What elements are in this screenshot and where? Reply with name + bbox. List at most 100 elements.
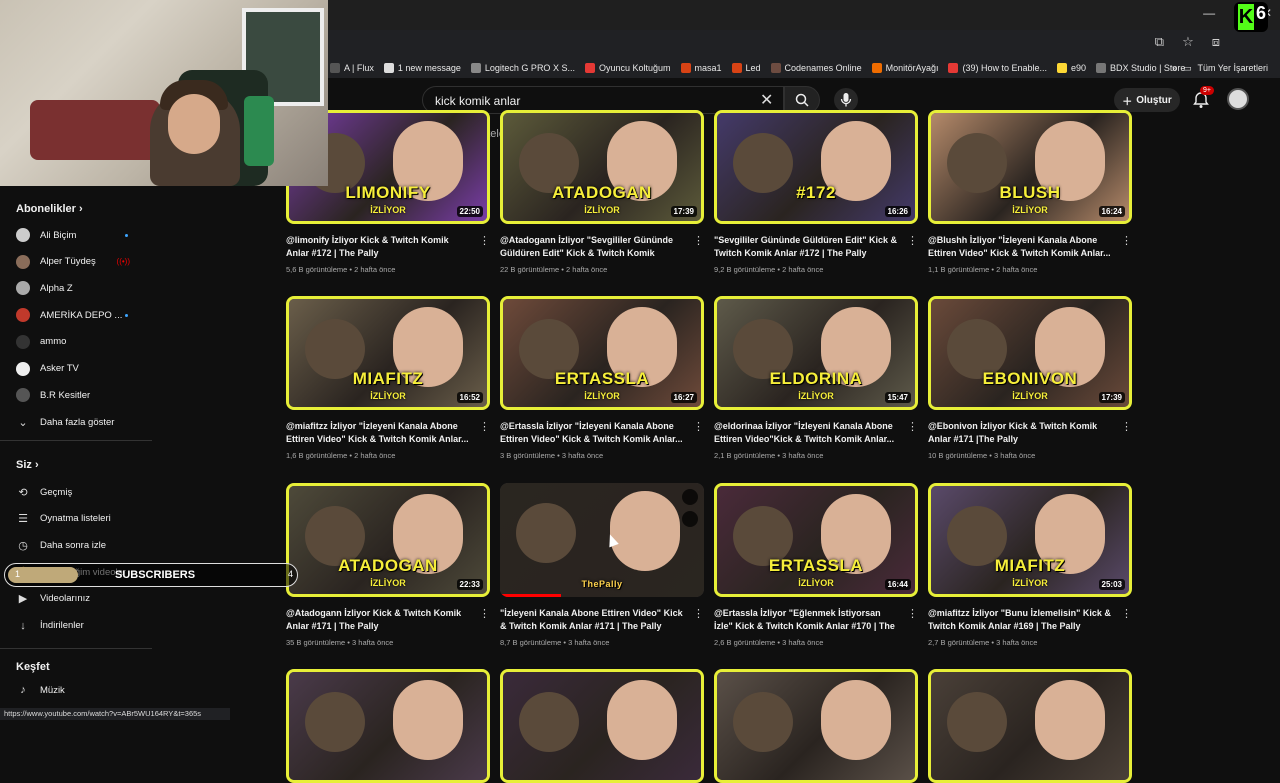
bookmarks-more-icon[interactable]: » (1172, 63, 1177, 73)
sidebar-item-channel[interactable]: ammo (16, 331, 146, 353)
voice-search-button[interactable] (834, 88, 858, 112)
video-thumbnail[interactable]: ATADOGAN İZLİYOR 17:39 (500, 110, 704, 224)
chevron-down-icon: ⌄ (18, 416, 28, 429)
sidebar-item-channel[interactable]: Ali Biçim (16, 224, 146, 246)
video-thumbnail[interactable] (928, 669, 1132, 783)
bookmark-item[interactable]: masa1 (680, 63, 722, 73)
more-actions-icon[interactable]: ⋮ (479, 607, 490, 620)
video-thumbnail[interactable]: MIAFITZ İZLİYOR 25:03 (928, 483, 1132, 597)
sidebar-item-channel[interactable]: AMERİKA DEPO ... (16, 304, 146, 326)
bookmark-item[interactable]: MonitörAyağı (871, 63, 938, 73)
bookmark-favicon-icon (1096, 63, 1107, 73)
thumbnail-caption: BLUSH (999, 183, 1061, 202)
new-content-dot (125, 234, 128, 237)
more-actions-icon[interactable]: ⋮ (1121, 420, 1132, 433)
video-thumbnail[interactable] (286, 669, 490, 783)
video-thumbnail[interactable]: #172 16:26 (714, 110, 918, 224)
create-button[interactable]: ＋ Oluştur (1114, 88, 1180, 112)
bookmark-item[interactable]: Logitech G PRO X S... (470, 63, 575, 73)
sidebar-item-history[interactable]: ⟲ Geçmiş (16, 481, 146, 503)
video-title[interactable]: @Atadogann İzliyor "Sevgililer Gününde G… (500, 234, 686, 261)
more-actions-icon[interactable]: ⋮ (693, 607, 704, 620)
bookmark-star-icon[interactable]: ☆ (1182, 34, 1194, 50)
video-title[interactable]: @Ertassla İzliyor "İzleyeni Kanala Abone… (500, 420, 686, 446)
video-title[interactable]: @eldorinaa İzliyor "İzleyeni Kanala Abon… (714, 420, 900, 446)
watch-later-icon[interactable] (682, 489, 698, 505)
you-heading[interactable]: Siz › (16, 459, 39, 471)
sidebar-item-channel[interactable]: Alper Tüydeş ((•)) (16, 251, 146, 273)
minimize-button[interactable]: — (1203, 6, 1215, 20)
show-more-button[interactable]: ⌄ Daha fazla göster (16, 411, 146, 433)
more-actions-icon[interactable]: ⋮ (907, 234, 918, 247)
video-meta: 2,1 B görüntüleme • 3 hafta önce (714, 451, 824, 460)
video-thumbnail[interactable]: ThePally (500, 483, 704, 597)
thumbnail-caption: LIMONIFY (345, 183, 431, 202)
bookmark-item[interactable]: e90 (1057, 63, 1086, 73)
view-count: 2,6 B görüntüleme (714, 638, 776, 647)
subscribers-goal-bar: 1 SUBSCRIBERS 4 (4, 563, 298, 587)
divider (0, 648, 152, 649)
thumbnail-caption: MIAFITZ (994, 556, 1066, 575)
live-icon: ((•)) (116, 256, 130, 266)
more-actions-icon[interactable]: ⋮ (479, 420, 490, 433)
video-thumbnail[interactable]: ELDORINA İZLİYOR 15:47 (714, 296, 918, 410)
video-thumbnail[interactable]: MIAFITZ İZLİYOR 16:52 (286, 296, 490, 410)
add-to-queue-icon[interactable] (682, 511, 698, 527)
account-avatar[interactable] (1227, 88, 1249, 110)
sidebar-item-download[interactable]: ↓ İndirilenler (16, 615, 146, 637)
video-thumbnail[interactable] (714, 669, 918, 783)
bookmark-item[interactable]: A | Flux (330, 63, 374, 73)
more-actions-icon[interactable]: ⋮ (907, 607, 918, 620)
bookmark-item[interactable]: Codenames Online (770, 63, 862, 73)
video-title[interactable]: @miafitzz İzliyor "Bunu İzlemelisin" Kic… (928, 607, 1114, 633)
sidebar-item-channel[interactable]: B.R Kesitler (16, 384, 146, 406)
video-thumbnail[interactable] (500, 669, 704, 783)
view-count: 3 B görüntüleme (500, 451, 556, 460)
bookmark-item[interactable]: Led (731, 63, 761, 73)
video-title[interactable]: @Blushh İzliyor "İzleyeni Kanala Abone E… (928, 234, 1114, 260)
more-actions-icon[interactable]: ⋮ (693, 234, 704, 247)
view-count: 10 B görüntüleme (928, 451, 988, 460)
video-thumbnail[interactable]: ERTASSLA İZLİYOR 16:44 (714, 483, 918, 597)
video-title[interactable]: @Ertassla İzliyor "Eğlenmek İstiyorsan İ… (714, 607, 900, 634)
video-title[interactable]: @Atadogann İzliyor Kick & Twitch Komik A… (286, 607, 472, 633)
more-actions-icon[interactable]: ⋮ (693, 420, 704, 433)
bookmark-item[interactable]: (39) How to Enable... (948, 63, 1047, 73)
upload-age: 3 hafta önce (352, 638, 394, 647)
install-app-icon[interactable]: ⧉ (1155, 34, 1164, 50)
subscriptions-heading[interactable]: Abonelikler › (16, 203, 83, 215)
search-icon (795, 93, 809, 107)
thumbnail-caption: #172 (796, 183, 836, 202)
bookmark-item[interactable]: Oyuncu Koltuğum (584, 63, 671, 73)
clear-search-icon[interactable]: ✕ (760, 90, 773, 110)
video-thumbnail[interactable]: ATADOGAN İZLİYOR 22:33 (286, 483, 490, 597)
microphone-icon (840, 93, 852, 107)
sidebar-item-video[interactable]: ▶ Videolarınız (16, 588, 146, 610)
video-thumbnail[interactable]: ERTASSLA İZLİYOR 16:27 (500, 296, 704, 410)
sidebar-item-playlist[interactable]: ☰ Oynatma listeleri (16, 508, 146, 530)
sidebar-item-clock[interactable]: ◷ Daha sonra izle (16, 534, 146, 556)
notifications-button[interactable]: 9+ (1190, 86, 1214, 112)
sidebar-item-music[interactable]: ♪ Müzik (16, 679, 146, 701)
upload-age: 3 hafta önce (994, 451, 1036, 460)
sidebar-item-channel[interactable]: Asker TV (16, 358, 146, 380)
video-title[interactable]: "Sevgililer Gününde Güldüren Edit" Kick … (714, 234, 900, 260)
thumbnail-caption: ERTASSLA (768, 556, 864, 575)
video-thumbnail[interactable]: EBONIVON İZLİYOR 17:39 (928, 296, 1132, 410)
more-actions-icon[interactable]: ⋮ (1121, 607, 1132, 620)
video-title[interactable]: @miafitzz İzliyor "İzleyeni Kanala Abone… (286, 420, 472, 446)
all-bookmarks[interactable]: » ▭ Tüm Yer İşaretleri (1172, 58, 1268, 78)
more-actions-icon[interactable]: ⋮ (479, 234, 490, 247)
more-actions-icon[interactable]: ⋮ (907, 420, 918, 433)
video-thumbnail[interactable]: BLUSH İZLİYOR 16:24 (928, 110, 1132, 224)
more-actions-icon[interactable]: ⋮ (1121, 234, 1132, 247)
sidebar-item-channel[interactable]: Alpha Z (16, 277, 146, 299)
video-title[interactable]: "İzleyeni Kanala Abone Ettiren Video" Ki… (500, 607, 686, 633)
channel-avatar (16, 334, 30, 349)
upload-age: 3 hafta önce (568, 638, 610, 647)
bookmark-item[interactable]: 1 new message (383, 63, 461, 73)
video-title[interactable]: @Ebonivon İzliyor Kick & Twitch Komik An… (928, 420, 1114, 446)
chevron-right-icon: › (78, 203, 83, 215)
extensions-icon[interactable]: ⧈ (1212, 34, 1220, 50)
video-title[interactable]: @limonify İzliyor Kick & Twitch Komik An… (286, 234, 472, 260)
